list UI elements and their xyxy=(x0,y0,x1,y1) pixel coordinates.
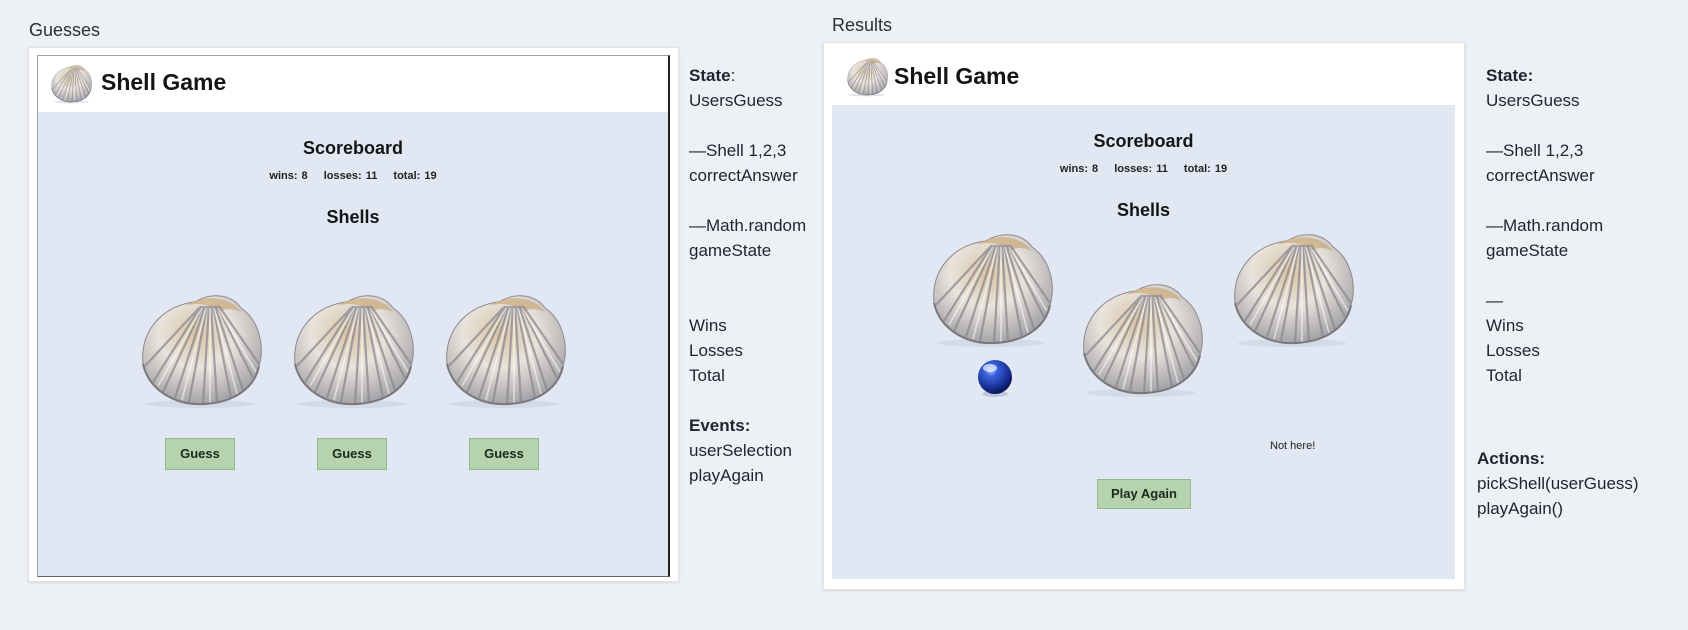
action-pick-shell: pickShell(userGuess) xyxy=(1477,474,1639,493)
state-heading: State: xyxy=(1486,66,1534,85)
losses-note: Losses xyxy=(689,341,743,360)
shell-1-icon[interactable] xyxy=(924,225,1058,349)
correct-answer: correctAnswer xyxy=(689,166,798,185)
events-heading: Events: xyxy=(689,416,751,435)
results-screen: Shell Game Scoreboard wins: 8 losses: 11… xyxy=(832,49,1455,579)
wins-count: wins: 8 xyxy=(1059,163,1099,175)
correct-answer: correctAnswer xyxy=(1486,166,1595,185)
shells-title: Shells xyxy=(1116,200,1171,220)
shell-2-icon[interactable] xyxy=(285,286,419,410)
game-state: gameState xyxy=(689,241,772,260)
state-heading: State xyxy=(689,66,731,85)
state-value: UsersGuess xyxy=(1486,91,1580,110)
losses-count: losses: 11 xyxy=(323,170,378,182)
guesses-notes: State: UsersGuess —Shell 1,2,3 correctAn… xyxy=(689,63,806,488)
shell-2-icon[interactable] xyxy=(1074,275,1208,399)
wins-note: Wins xyxy=(1486,316,1524,335)
guess-button-2[interactable]: Guess xyxy=(317,438,387,470)
action-play-again: playAgain() xyxy=(1477,499,1563,518)
scoreboard-stats: wins: 8 losses: 11 total: 19 xyxy=(38,170,668,182)
results-card: Shell Game Scoreboard wins: 8 losses: 11… xyxy=(823,42,1465,590)
app-title: Shell Game xyxy=(894,63,1020,89)
actions-heading: Actions: xyxy=(1477,449,1545,468)
wins-note: Wins xyxy=(689,316,727,335)
math-random: —Math.random xyxy=(1486,216,1604,235)
shell-line: —Shell 1,2,3 xyxy=(689,141,787,160)
guess-button-3[interactable]: Guess xyxy=(469,438,539,470)
shell-3-icon[interactable] xyxy=(1225,225,1359,349)
app-header: Shell Game xyxy=(832,49,1455,105)
app-body: Scoreboard wins: 8 losses: 11 total: 19 … xyxy=(38,112,668,576)
math-random: —Math.random xyxy=(689,216,807,235)
state-line: State: xyxy=(689,63,806,88)
event-play-again: playAgain xyxy=(689,466,764,485)
total-count: total: 19 xyxy=(1183,163,1228,175)
play-again-button[interactable]: Play Again xyxy=(1097,479,1191,509)
shell-3-icon[interactable] xyxy=(437,286,571,410)
results-notes: State: UsersGuess —Shell 1,2,3 correctAn… xyxy=(1486,63,1603,388)
dash-line: — xyxy=(1486,291,1503,310)
not-here-message: Not here! xyxy=(1270,440,1316,452)
app-title: Shell Game xyxy=(101,69,227,95)
game-state: gameState xyxy=(1486,241,1569,260)
guesses-screen: Shell Game Scoreboard wins: 8 losses: 11… xyxy=(37,55,670,577)
total-count: total: 19 xyxy=(393,170,437,182)
scoreboard-title: Scoreboard xyxy=(302,138,404,158)
frame-label-guesses: Guesses xyxy=(29,20,101,40)
wins-count: wins: 8 xyxy=(269,170,308,182)
seashell-logo-icon xyxy=(844,55,890,97)
losses-count: losses: 11 xyxy=(1114,163,1168,175)
state-colon: : xyxy=(730,66,736,85)
app-header: Shell Game xyxy=(38,56,668,112)
frame-label-results: Results xyxy=(832,15,893,35)
seashell-logo-icon xyxy=(48,62,94,104)
results-actions: Actions: pickShell(userGuess) playAgain(… xyxy=(1477,446,1639,521)
app-body: Scoreboard wins: 8 losses: 11 total: 19 … xyxy=(832,105,1455,579)
guess-button-1[interactable]: Guess xyxy=(165,438,235,470)
total-note: Total xyxy=(1486,366,1522,385)
total-note: Total xyxy=(689,366,725,385)
losses-note: Losses xyxy=(1486,341,1540,360)
state-value: UsersGuess xyxy=(689,91,783,110)
blue-ball-icon xyxy=(978,360,1012,397)
guesses-card: Shell Game Scoreboard wins: 8 losses: 11… xyxy=(28,47,679,582)
scoreboard-title: Scoreboard xyxy=(1093,131,1194,151)
scoreboard-stats: wins: 8 losses: 11 total: 19 xyxy=(832,163,1455,175)
shell-line: —Shell 1,2,3 xyxy=(1486,141,1584,160)
event-user-selection: userSelection xyxy=(689,441,793,460)
shells-title: Shells xyxy=(326,207,380,227)
shell-1-icon[interactable] xyxy=(133,286,267,410)
